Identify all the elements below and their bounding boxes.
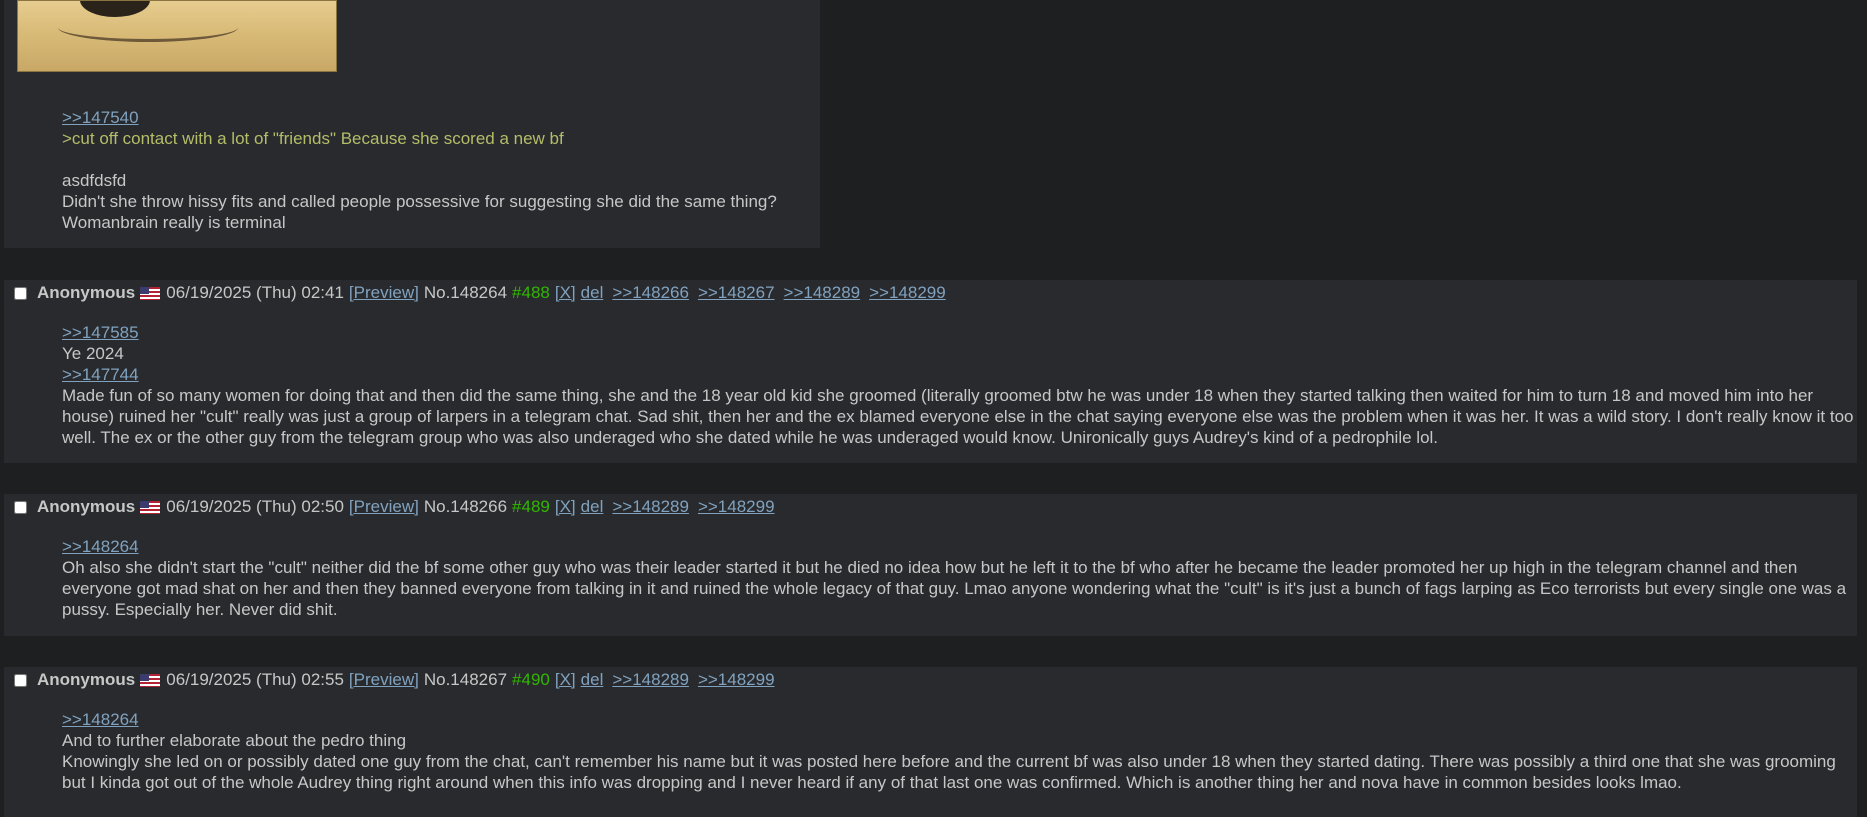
backlink[interactable]: >>148289 [784, 281, 861, 305]
hide-link[interactable]: [X] [555, 281, 576, 305]
post-paragraph: Oh also she didn't start the "cult" neit… [62, 558, 1847, 619]
preview-link[interactable]: [Preview] [349, 668, 419, 692]
delete-link[interactable]: del [581, 495, 604, 519]
post-body: >>147585 Ye 2024 >>147744 Made fun of so… [62, 322, 1857, 448]
post-image-thumbnail[interactable] [17, 0, 337, 72]
post-header: Anonymous 06/19/2025 (Thu) 02:41 [Previe… [8, 281, 951, 305]
backlink[interactable]: >>148267 [698, 281, 775, 305]
poster-name: Anonymous [37, 670, 136, 689]
post-select-checkbox[interactable] [14, 286, 27, 300]
poster-name: Anonymous [37, 497, 136, 516]
post-body: >>147540 >cut off contact with a lot of … [62, 107, 822, 233]
post-select-checkbox[interactable] [14, 500, 27, 514]
text-line: And to further elaborate about the pedro… [62, 731, 407, 750]
preview-link[interactable]: [Preview] [349, 495, 419, 519]
quote-link[interactable]: >>147585 [62, 323, 139, 342]
post-147-partial: >>147540 >cut off contact with a lot of … [4, 0, 820, 248]
hide-link[interactable]: [X] [555, 668, 576, 692]
greentext-line: >cut off contact with a lot of "friends"… [62, 129, 564, 148]
post-148264: Anonymous 06/19/2025 (Thu) 02:41 [Previe… [4, 280, 1857, 463]
backlink[interactable]: >>148266 [612, 281, 689, 305]
post-date: 06/19/2025 (Thu) 02:55 [166, 670, 344, 689]
backlink[interactable]: >>148299 [869, 281, 946, 305]
delete-link[interactable]: del [581, 668, 604, 692]
quote-link[interactable]: >>148264 [62, 710, 139, 729]
post-count: #490 [512, 670, 550, 689]
backlink[interactable]: >>148289 [612, 495, 689, 519]
text-line: Didn't she throw hissy fits and called p… [62, 192, 777, 211]
us-flag-icon [140, 286, 161, 300]
post-body: >>148264 And to further elaborate about … [62, 709, 1857, 793]
hide-link[interactable]: [X] [555, 495, 576, 519]
backlink[interactable]: >>148299 [698, 668, 775, 692]
post-number[interactable]: No.148264 [424, 281, 507, 305]
backlink[interactable]: >>148299 [698, 495, 775, 519]
post-paragraph: Made fun of so many women for doing that… [62, 386, 1854, 447]
image-mouth [58, 13, 238, 42]
us-flag-icon [140, 500, 161, 514]
text-line: Ye 2024 [62, 344, 124, 363]
post-header: Anonymous 06/19/2025 (Thu) 02:50 [Previe… [8, 495, 780, 519]
post-date: 06/19/2025 (Thu) 02:41 [166, 283, 344, 302]
post-paragraph: Knowingly she led on or possibly dated o… [62, 752, 1836, 792]
text-line: asdfdsfd [62, 171, 127, 190]
quote-link[interactable]: >>148264 [62, 537, 139, 556]
post-number[interactable]: No.148266 [424, 495, 507, 519]
post-148267: Anonymous 06/19/2025 (Thu) 02:55 [Previe… [4, 667, 1857, 817]
quote-link[interactable]: >>147744 [62, 365, 139, 384]
preview-link[interactable]: [Preview] [349, 281, 419, 305]
backlink[interactable]: >>148289 [612, 668, 689, 692]
delete-link[interactable]: del [581, 281, 604, 305]
post-count: #489 [512, 497, 550, 516]
post-body: >>148264 Oh also she didn't start the "c… [62, 536, 1857, 620]
post-148266: Anonymous 06/19/2025 (Thu) 02:50 [Previe… [4, 494, 1857, 636]
post-select-checkbox[interactable] [14, 673, 27, 687]
poster-name: Anonymous [37, 283, 136, 302]
us-flag-icon [140, 673, 161, 687]
text-line: Womanbrain really is terminal [62, 213, 286, 232]
quote-link[interactable]: >>147540 [62, 108, 139, 127]
post-count: #488 [512, 283, 550, 302]
post-date: 06/19/2025 (Thu) 02:50 [166, 497, 344, 516]
post-number[interactable]: No.148267 [424, 668, 507, 692]
post-header: Anonymous 06/19/2025 (Thu) 02:55 [Previe… [8, 668, 780, 692]
